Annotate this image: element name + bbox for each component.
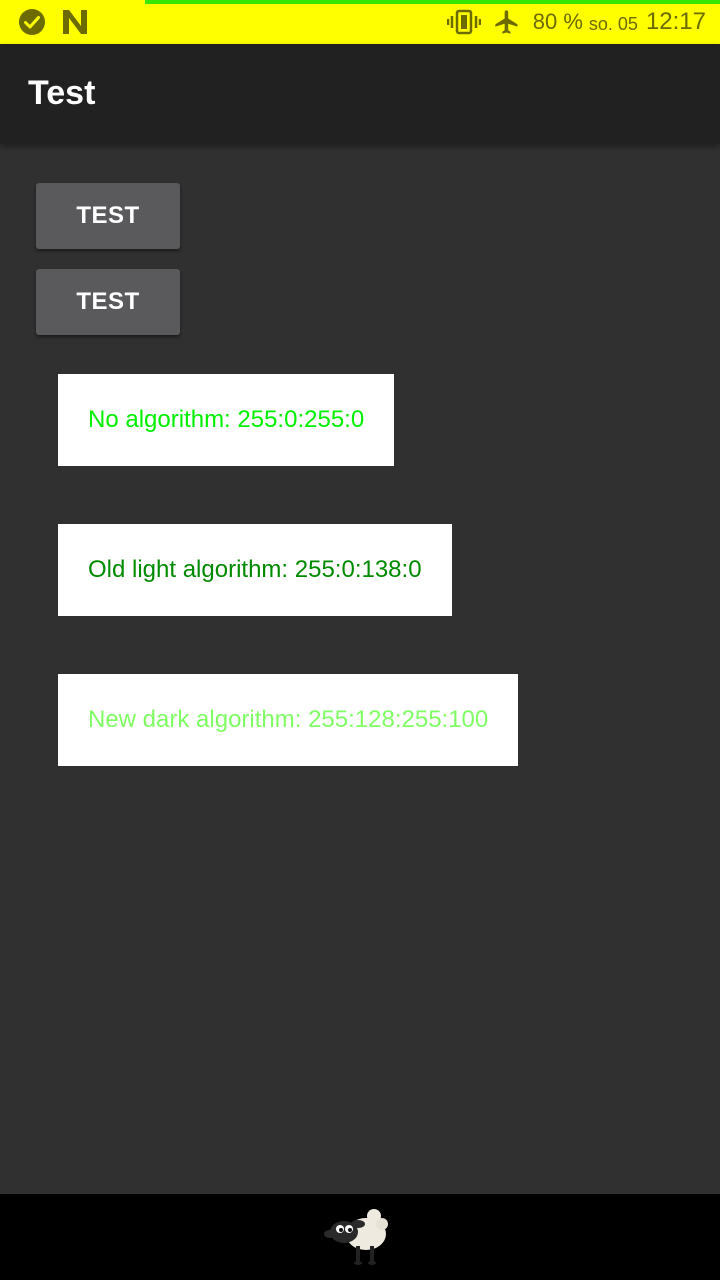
new-dark-algorithm-card: New dark algorithm: 255:128:255:100 bbox=[58, 674, 519, 766]
n-logo-icon bbox=[60, 8, 90, 41]
page-title: Test bbox=[28, 74, 96, 112]
airplane-icon bbox=[493, 8, 521, 36]
check-circle-icon bbox=[18, 8, 46, 41]
app-bar: Test bbox=[0, 44, 720, 144]
main-content: TEST TEST No algorithm: 255:0:255:0 Old … bbox=[0, 144, 720, 1194]
old-light-algorithm-card: Old light algorithm: 255:0:138:0 bbox=[58, 524, 452, 616]
new-dark-algorithm-text: New dark algorithm: 255:128:255:100 bbox=[88, 706, 489, 733]
no-algorithm-text: No algorithm: 255:0:255:0 bbox=[88, 406, 365, 433]
status-bar: 80 % so. 05 12:17 bbox=[0, 0, 720, 44]
navigation-bar bbox=[0, 1194, 720, 1280]
status-time: 12:17 bbox=[645, 8, 706, 35]
test-button-1[interactable]: TEST bbox=[36, 183, 180, 249]
status-date: so. 05 bbox=[588, 13, 638, 34]
battery-level: 80 % bbox=[532, 9, 583, 34]
no-algorithm-card: No algorithm: 255:0:255:0 bbox=[58, 374, 395, 466]
status-progress-line bbox=[145, 0, 720, 4]
test-button-2[interactable]: TEST bbox=[36, 269, 180, 335]
sheep-icon[interactable] bbox=[322, 1202, 398, 1273]
old-light-algorithm-text: Old light algorithm: 255:0:138:0 bbox=[88, 556, 422, 583]
vibrate-icon bbox=[446, 8, 481, 36]
